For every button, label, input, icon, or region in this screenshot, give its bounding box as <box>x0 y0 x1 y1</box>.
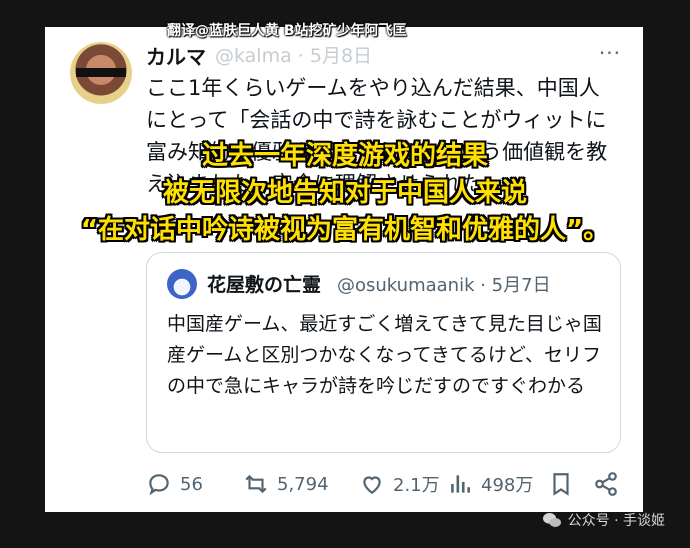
retweet-icon <box>245 474 267 494</box>
reply-button[interactable]: 56 <box>146 471 203 497</box>
share-button[interactable] <box>593 471 627 497</box>
wechat-account: 公众号 · 手谈姬 <box>567 513 665 529</box>
views-button[interactable]: 498万 <box>447 471 533 497</box>
action-bar: 56 5,794 2.1万 498万 <box>45 467 643 507</box>
more-options-icon[interactable]: ··· <box>599 41 621 65</box>
author-name[interactable]: カルマ <box>146 41 206 70</box>
views-icon <box>451 475 470 493</box>
subtitle-line-3: “在对话中吟诗被视为富有机智和优雅的人”。 <box>80 215 610 245</box>
heart-icon <box>363 476 381 494</box>
share-icon <box>595 472 617 496</box>
translator-watermark: 翻译@蓝肤巨人黄 B站挖矿少年阿飞匡 <box>167 23 407 39</box>
author-avatar[interactable] <box>70 42 132 104</box>
reply-icon <box>149 474 169 496</box>
bookmark-icon <box>553 473 569 496</box>
quote-avatar <box>167 269 197 299</box>
bookmark-button[interactable] <box>548 471 582 497</box>
like-count: 2.1万 <box>393 475 440 496</box>
tweet-card: カルマ @kalma · 5月8日 ··· ここ1年くらいゲームをやり込んだ結果… <box>45 27 643 512</box>
wechat-icon <box>542 513 561 527</box>
quote-text: 中国産ゲーム、最近すごく増えてきて見た目じゃ国産ゲームと区別つかなくなってきてる… <box>167 313 602 397</box>
quoted-tweet[interactable]: 花屋敷の亡霊 @osukumaanik · 5月7日 中国産ゲーム、最近すごく増… <box>146 252 621 453</box>
subtitle-line-2: 被无限次地告知对于中国人来说 <box>162 178 527 208</box>
retweet-button[interactable]: 5,794 <box>243 471 329 497</box>
retweet-count: 5,794 <box>277 473 329 495</box>
tweet-meta: @kalma · 5月8日 <box>215 45 373 67</box>
like-button[interactable]: 2.1万 <box>359 471 440 497</box>
wechat-watermark: 公众号 · 手谈姬 <box>542 510 665 530</box>
quote-meta: @osukumaanik · 5月7日 <box>337 275 551 296</box>
views-count: 498万 <box>481 475 534 496</box>
quote-author-name: 花屋敷の亡霊 <box>207 274 322 296</box>
reply-count: 56 <box>180 473 203 495</box>
subtitle-line-1: 过去一年深度游戏的结果 <box>201 141 488 171</box>
